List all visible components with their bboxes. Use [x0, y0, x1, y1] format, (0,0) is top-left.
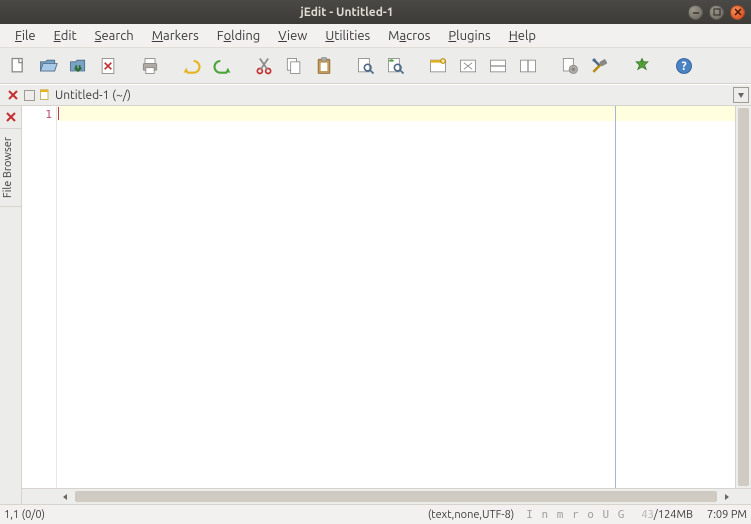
- paste-button[interactable]: [310, 52, 338, 80]
- status-mode[interactable]: (text,none,UTF-8): [428, 509, 514, 521]
- scroll-right-icon[interactable]: [719, 489, 735, 504]
- horizontal-scrollbar[interactable]: [73, 489, 719, 504]
- window-title: jEdit - Untitled-1: [6, 6, 688, 19]
- menu-view[interactable]: View: [269, 27, 316, 45]
- status-flags: I n m r o U G: [526, 508, 625, 521]
- menu-macros[interactable]: Macros: [379, 27, 439, 45]
- redo-button[interactable]: [208, 52, 236, 80]
- buffer-options-button[interactable]: [556, 52, 584, 80]
- menu-folding[interactable]: Folding: [208, 27, 270, 45]
- wrap-guide: [615, 106, 616, 488]
- global-options-button[interactable]: [586, 52, 614, 80]
- status-clock: 7:09 PM: [707, 509, 747, 521]
- help-button[interactable]: ?: [670, 52, 698, 80]
- cut-button[interactable]: [250, 52, 278, 80]
- menu-markers[interactable]: Markers: [143, 27, 208, 45]
- menu-help[interactable]: Help: [500, 27, 545, 45]
- caret: [58, 107, 59, 120]
- editor: 1: [22, 106, 751, 504]
- window-controls: [688, 5, 745, 20]
- plugin-manager-button[interactable]: [628, 52, 656, 80]
- minimize-button[interactable]: [688, 5, 703, 20]
- copy-button[interactable]: [280, 52, 308, 80]
- undo-button[interactable]: [178, 52, 206, 80]
- menu-search[interactable]: Search: [86, 27, 143, 45]
- split-vertical-button[interactable]: [514, 52, 542, 80]
- menu-utilities[interactable]: Utilities: [316, 27, 379, 45]
- status-memory[interactable]: 43/124MB: [641, 509, 693, 521]
- new-file-button[interactable]: [4, 52, 32, 80]
- buffer-name-label[interactable]: Untitled-1 (~/): [55, 89, 729, 102]
- menu-file[interactable]: File: [6, 27, 45, 45]
- maximize-button[interactable]: [709, 5, 724, 20]
- split-horizontal-button[interactable]: [484, 52, 512, 80]
- close-file-button[interactable]: [94, 52, 122, 80]
- buffer-close-icon[interactable]: [5, 87, 21, 103]
- scroll-left-icon[interactable]: [57, 489, 73, 504]
- buffer-dropdown-icon[interactable]: [733, 87, 749, 103]
- horizontal-scroll-region: [22, 488, 751, 504]
- open-file-button[interactable]: [34, 52, 62, 80]
- svg-text:?: ?: [681, 60, 686, 73]
- current-line-highlight: [57, 106, 735, 121]
- file-browser-tab[interactable]: File Browser: [0, 128, 21, 207]
- menubar: File Edit Search Markers Folding View Ut…: [0, 24, 751, 48]
- buffer-bar: Untitled-1 (~/): [0, 84, 751, 106]
- text-area[interactable]: [57, 106, 735, 488]
- find-button[interactable]: [352, 52, 380, 80]
- close-button[interactable]: [730, 5, 745, 20]
- save-file-button[interactable]: [64, 52, 92, 80]
- titlebar: jEdit - Untitled-1: [0, 0, 751, 24]
- new-view-button[interactable]: [424, 52, 452, 80]
- find-replace-button[interactable]: [382, 52, 410, 80]
- status-position: 1,1 (0/0): [4, 509, 64, 521]
- main-area: File Browser 1: [0, 106, 751, 504]
- toolbar: ?: [0, 48, 751, 84]
- gutter: 1: [22, 106, 57, 488]
- unsplit-button[interactable]: [454, 52, 482, 80]
- statusbar: 1,1 (0/0) (text,none,UTF-8) I n m r o U …: [0, 504, 751, 524]
- print-button[interactable]: [136, 52, 164, 80]
- menu-plugins[interactable]: Plugins: [439, 27, 499, 45]
- left-dock-close-icon[interactable]: [3, 109, 19, 125]
- menu-edit[interactable]: Edit: [45, 27, 86, 45]
- buffer-file-icon: [39, 89, 51, 101]
- left-dock: File Browser: [0, 106, 22, 504]
- line-number: 1: [22, 108, 52, 121]
- editor-body: 1: [22, 106, 751, 488]
- buffer-status-icon[interactable]: [24, 90, 35, 101]
- vertical-scrollbar[interactable]: [735, 106, 751, 488]
